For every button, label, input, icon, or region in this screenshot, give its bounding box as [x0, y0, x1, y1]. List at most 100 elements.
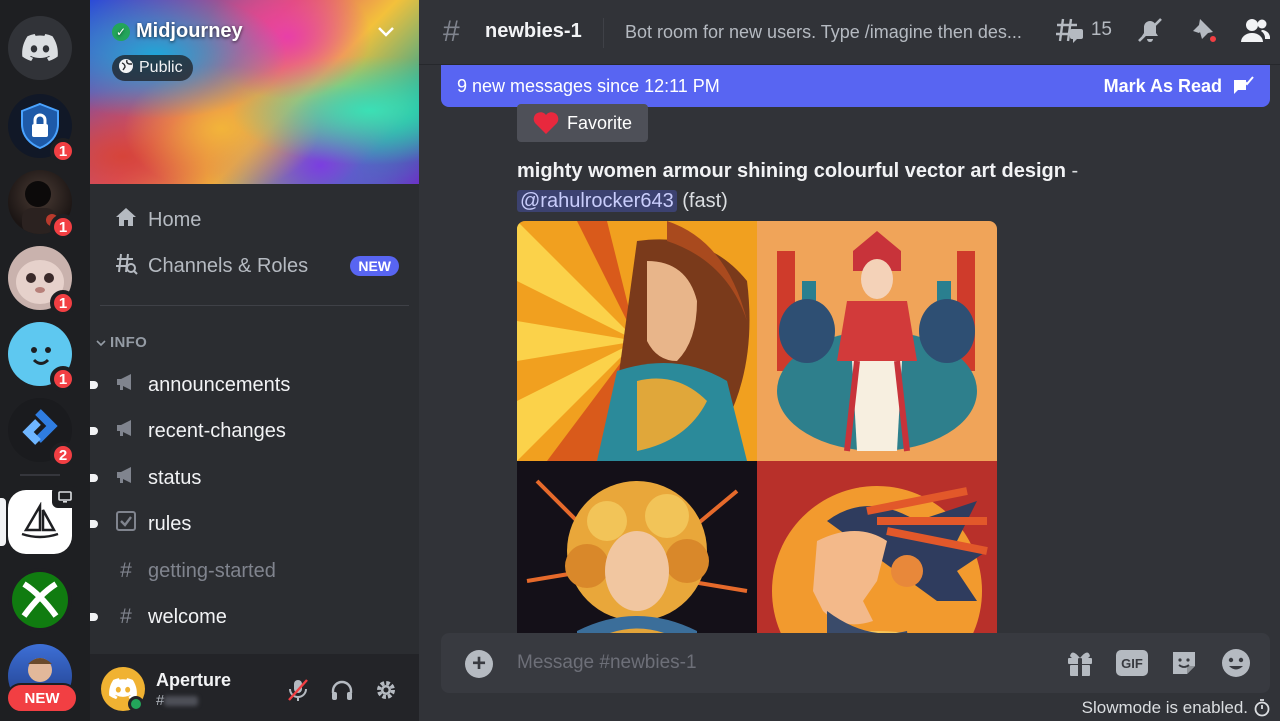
- server-blue-face[interactable]: 1: [8, 322, 76, 392]
- generated-image-2[interactable]: [757, 221, 997, 461]
- threads-button[interactable]: 15: [1055, 16, 1112, 44]
- message-meta: @rahulrocker643 (fast): [517, 190, 728, 213]
- megaphone-icon: [114, 373, 138, 397]
- unread-indicator: [90, 520, 98, 528]
- chevron-down-icon: [96, 334, 106, 351]
- speed-label: (fast): [676, 190, 728, 212]
- channel-title: newbies-1: [485, 20, 582, 42]
- server-security[interactable]: 1: [8, 94, 76, 164]
- channel-name: rules: [148, 512, 192, 535]
- message-input[interactable]: Message #newbies-1: [517, 652, 697, 674]
- unread-indicator: [90, 381, 98, 389]
- category-label: INFO: [110, 334, 148, 351]
- verified-check-icon: ✓: [112, 22, 130, 41]
- unread-indicator: [90, 427, 98, 435]
- hash-icon: #: [120, 605, 132, 628]
- discord-home-button[interactable]: [8, 16, 72, 80]
- emoji-icon: [1222, 649, 1250, 677]
- favorite-button[interactable]: Favorite: [517, 104, 649, 142]
- gift-icon: [1068, 652, 1092, 676]
- emoji-button[interactable]: [1220, 647, 1252, 679]
- public-badge: Public: [112, 55, 193, 81]
- channel-topic[interactable]: Bot room for new users. Type /imagine th…: [625, 22, 1035, 43]
- megaphone-icon: [114, 466, 138, 490]
- unread-badge: 1: [50, 366, 76, 392]
- composer-tools: GIF: [1064, 647, 1252, 679]
- unread-badge: 1: [50, 138, 76, 164]
- category-info[interactable]: INFO: [96, 334, 147, 351]
- username: Aperture: [156, 670, 232, 690]
- online-status-icon: [128, 696, 144, 712]
- header-toolbar: 15: [1055, 16, 1270, 44]
- deafen-button[interactable]: [326, 674, 358, 706]
- unread-badge: 1: [50, 214, 76, 240]
- mark-as-read-button[interactable]: Mark As Read: [1104, 76, 1254, 97]
- server-xbox[interactable]: [8, 568, 72, 632]
- mute-mic-button[interactable]: [282, 674, 314, 706]
- channel-sidebar: ✓ Midjourney Public Home Channels & Role…: [90, 0, 419, 721]
- server-banner[interactable]: ✓ Midjourney Public: [90, 0, 419, 184]
- sticker-icon: [1173, 652, 1195, 674]
- chevron-down-icon[interactable]: [377, 22, 395, 43]
- attach-button[interactable]: +: [465, 650, 493, 678]
- threads-count: 15: [1090, 19, 1112, 40]
- screen-share-icon: [52, 486, 78, 508]
- image-grid[interactable]: [517, 221, 997, 633]
- user-settings-button[interactable]: [370, 674, 402, 706]
- channel-rules[interactable]: rules: [90, 504, 409, 544]
- server-midjourney[interactable]: [0, 486, 78, 554]
- gift-button[interactable]: [1064, 647, 1096, 679]
- nav-home[interactable]: Home: [100, 200, 409, 240]
- pinned-messages-button[interactable]: [1188, 16, 1218, 44]
- prompt-text: mighty women armour shining colourful ve…: [517, 160, 1066, 182]
- message-prompt: mighty women armour shining colourful ve…: [517, 160, 1078, 183]
- new-messages-bar[interactable]: 9 new messages since 12:11 PM Mark As Re…: [441, 65, 1270, 107]
- channel-recent-changes[interactable]: recent-changes: [90, 411, 409, 451]
- nav-channels-roles[interactable]: Channels & Roles NEW: [100, 246, 409, 286]
- prompt-separator: -: [1065, 160, 1079, 182]
- nav-channels-roles-label: Channels & Roles: [148, 254, 309, 277]
- server-rail: 1 1 1 1 2 NEW: [0, 0, 90, 721]
- channel-name: status: [148, 466, 202, 489]
- selected-indicator: [0, 498, 6, 546]
- channel-name: announcements: [148, 373, 291, 396]
- plus-icon: +: [471, 650, 486, 677]
- members-icon: [1241, 19, 1270, 42]
- channel-getting-started[interactable]: # getting-started: [100, 551, 409, 591]
- generated-image-4[interactable]: [757, 461, 997, 633]
- gear-icon: [377, 681, 395, 699]
- pin-alert-dot: [1208, 34, 1218, 44]
- chat-main: # newbies-1 Bot room for new users. Type…: [419, 0, 1280, 721]
- server-arrow[interactable]: 2: [8, 398, 76, 468]
- mic-muted-icon: [288, 679, 308, 701]
- megaphone-icon: [114, 419, 138, 443]
- checkbox-icon: [114, 511, 138, 537]
- channel-name: recent-changes: [148, 419, 286, 442]
- generated-image-3[interactable]: [517, 461, 757, 633]
- server-cat-avatar[interactable]: 1: [8, 246, 76, 316]
- hash-icon: #: [443, 15, 460, 48]
- notification-settings-button[interactable]: [1136, 16, 1164, 44]
- member-list-button[interactable]: [1240, 17, 1270, 43]
- user-mention[interactable]: @rahulrocker643: [517, 190, 677, 212]
- new-servers-pill[interactable]: NEW: [6, 683, 78, 713]
- channel-header: # newbies-1 Bot room for new users. Type…: [419, 0, 1280, 65]
- generated-image-1[interactable]: [517, 221, 757, 461]
- globe-icon: [118, 58, 134, 79]
- unread-badge: 1: [50, 290, 76, 316]
- channel-welcome[interactable]: # welcome: [90, 597, 409, 637]
- server-header[interactable]: ✓ Midjourney: [112, 20, 243, 43]
- sticker-button[interactable]: [1168, 647, 1200, 679]
- new-tag: NEW: [350, 256, 399, 276]
- gif-button[interactable]: GIF: [1116, 647, 1148, 679]
- discord-app: 1 1 1 1 2 NEW ✓ Midjourney Public Home C…: [0, 0, 1280, 721]
- channel-status[interactable]: status: [90, 458, 409, 498]
- gif-icon: GIF: [1116, 650, 1148, 676]
- mark-read-icon: [1234, 76, 1254, 94]
- server-name: Midjourney: [136, 20, 243, 42]
- server-dark-avatar[interactable]: 1: [8, 170, 76, 240]
- sidebar-divider: [100, 305, 409, 306]
- slowmode-text: Slowmode is enabled.: [1081, 698, 1248, 717]
- heart-icon: [533, 112, 559, 134]
- channel-announcements[interactable]: announcements: [90, 365, 409, 405]
